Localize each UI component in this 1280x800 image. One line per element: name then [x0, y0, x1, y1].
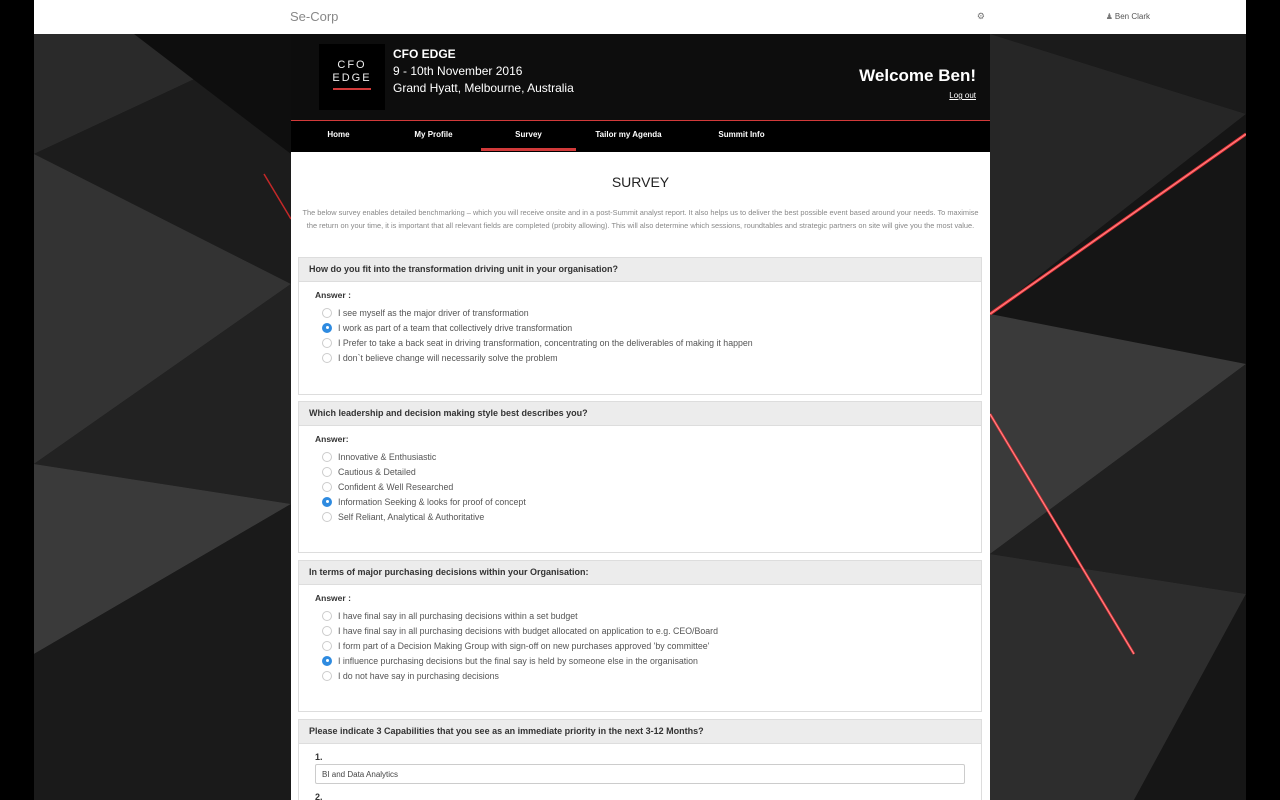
event-logo: CFO EDGE — [319, 44, 385, 110]
radio-button[interactable] — [322, 481, 332, 492]
option[interactable]: I have final say in all purchasing decis… — [322, 625, 718, 638]
radio-button[interactable] — [322, 511, 332, 522]
event-venue: Grand Hyatt, Melbourne, Australia — [393, 81, 574, 95]
question-panel-1: How do you fit into the transformation d… — [298, 257, 982, 395]
logo-line2: EDGE — [332, 72, 372, 84]
brand-link[interactable]: Se-Corp — [290, 9, 338, 24]
capability-input-1[interactable] — [315, 764, 965, 784]
option[interactable]: Self Reliant, Analytical & Authoritative — [322, 511, 484, 524]
radio-button[interactable] — [322, 625, 332, 636]
radio-button-selected[interactable] — [322, 322, 332, 333]
radio-button[interactable] — [322, 451, 332, 462]
user-menu[interactable]: ♟ Ben Clark — [1106, 12, 1150, 21]
option[interactable]: I have final say in all purchasing decis… — [322, 610, 578, 623]
tab-home[interactable]: Home — [291, 121, 386, 151]
radio-button[interactable] — [322, 640, 332, 651]
question-panel-3: In terms of major purchasing decisions w… — [298, 560, 982, 712]
event-header: CFO EDGE CFO EDGE 9 - 10th November 2016… — [291, 34, 990, 120]
radio-button[interactable] — [322, 610, 332, 621]
main-nav: Home My Profile Survey Tailor my Agenda … — [291, 120, 990, 153]
survey-intro: The below survey enables detailed benchm… — [302, 208, 979, 230]
question-title: Which leadership and decision making sty… — [299, 402, 981, 426]
answer-label: Answer: — [315, 434, 349, 444]
logo-underline — [333, 88, 371, 90]
radio-button-selected[interactable] — [322, 655, 332, 666]
radio-button-selected[interactable] — [322, 496, 332, 507]
event-title: CFO EDGE — [393, 47, 456, 61]
capability-number-1: 1. — [315, 752, 323, 762]
radio-button[interactable] — [322, 337, 332, 348]
option[interactable]: I influence purchasing decisions but the… — [322, 655, 698, 668]
radio-button[interactable] — [322, 466, 332, 477]
gear-icon[interactable]: ⚙ — [977, 11, 985, 22]
radio-button[interactable] — [322, 670, 332, 681]
option[interactable]: Cautious & Detailed — [322, 466, 416, 479]
radio-button[interactable] — [322, 307, 332, 318]
tab-survey[interactable]: Survey — [481, 121, 576, 151]
nav-filler — [799, 124, 990, 151]
logout-link[interactable]: Log out — [949, 91, 976, 100]
answer-label: Answer : — [315, 593, 351, 603]
option[interactable]: Innovative & Enthusiastic — [322, 451, 436, 464]
answer-label: Answer : — [315, 290, 351, 300]
left-border — [0, 0, 34, 800]
capability-number-2: 2. — [315, 792, 323, 800]
user-icon: ♟ — [1105, 12, 1113, 21]
event-info: CFO EDGE 9 - 10th November 2016 Grand Hy… — [393, 46, 574, 97]
right-border — [1246, 0, 1280, 800]
logo-line1: CFO — [337, 59, 367, 71]
main-container: CFO EDGE CFO EDGE 9 - 10th November 2016… — [291, 34, 990, 800]
page-title: SURVEY — [611, 174, 670, 190]
top-bar: Se-Corp ♟ Ben Clark ⚙ — [34, 0, 1246, 35]
question-title: How do you fit into the transformation d… — [299, 258, 981, 282]
survey-content: SURVEY The below survey enables detailed… — [291, 152, 990, 800]
question-panel-2: Which leadership and decision making sty… — [298, 401, 982, 553]
question-title: Please indicate 3 Capabilities that you … — [299, 720, 981, 744]
tab-tailor-agenda[interactable]: Tailor my Agenda — [581, 121, 676, 151]
option[interactable]: Confident & Well Researched — [322, 481, 453, 494]
option[interactable]: I Prefer to take a back seat in driving … — [322, 337, 753, 350]
user-name: Ben Clark — [1114, 12, 1150, 21]
option[interactable]: I form part of a Decision Making Group w… — [322, 640, 709, 653]
event-dates: 9 - 10th November 2016 — [393, 64, 523, 78]
question-panel-4: Please indicate 3 Capabilities that you … — [298, 719, 982, 800]
radio-button[interactable] — [322, 352, 332, 363]
option[interactable]: I don`t believe change will necessarily … — [322, 352, 558, 365]
tab-my-profile[interactable]: My Profile — [386, 121, 481, 151]
welcome-message: Welcome Ben! — [859, 66, 976, 85]
question-title: In terms of major purchasing decisions w… — [299, 561, 981, 585]
option[interactable]: Information Seeking & looks for proof of… — [322, 496, 526, 509]
option[interactable]: I see myself as the major driver of tran… — [322, 307, 529, 320]
option[interactable]: I work as part of a team that collective… — [322, 322, 572, 335]
option[interactable]: I do not have say in purchasing decision… — [322, 670, 499, 683]
tab-summit-info[interactable]: Summit Info — [694, 121, 789, 151]
